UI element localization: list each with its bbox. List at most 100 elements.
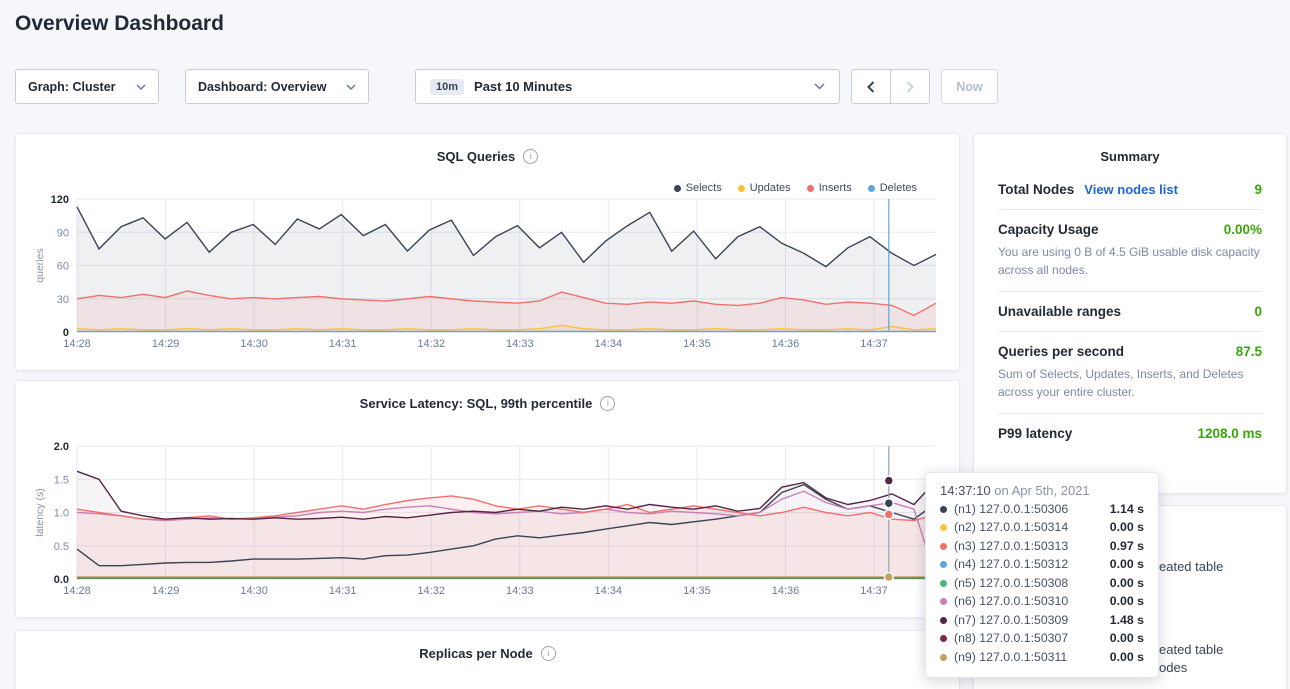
svg-text:14:32: 14:32 <box>417 585 445 597</box>
tooltip-node-value: 1.48 s <box>1110 613 1144 628</box>
now-button[interactable]: Now <box>941 69 998 104</box>
svg-text:14:28: 14:28 <box>63 585 91 597</box>
tooltip-node-row: (n7) 127.0.0.1:50309 1.48 s <box>940 613 1144 628</box>
tooltip-node-row: (n6) 127.0.0.1:503100.00 s <box>940 594 1144 609</box>
time-back-button[interactable] <box>851 69 891 104</box>
summary-subtext: Sum of Selects, Updates, Inserts, and De… <box>998 365 1262 401</box>
tooltip-node-row: (n3) 127.0.0.1:503130.97 s <box>940 539 1144 554</box>
node-color-dot <box>940 635 947 642</box>
node-color-dot <box>940 598 947 605</box>
svg-text:0.5: 0.5 <box>54 541 69 553</box>
tooltip-node-row: (n1) 127.0.0.1:503061.14 s <box>940 502 1144 517</box>
svg-text:14:32: 14:32 <box>417 338 445 350</box>
tooltip-date: on Apr 5th, 2021 <box>991 483 1090 498</box>
node-color-dot <box>940 561 947 568</box>
tooltip-node-label: (n8) 127.0.0.1:50307 <box>954 631 1068 646</box>
chevron-down-icon <box>136 84 146 90</box>
svg-text:90: 90 <box>57 227 69 239</box>
summary-rows: Total NodesView nodes list9Capacity Usag… <box>974 170 1286 453</box>
dashboard-dropdown[interactable]: Dashboard: Overview <box>185 69 369 104</box>
time-forward-button[interactable] <box>890 69 930 104</box>
summary-value: 0 <box>1254 304 1262 319</box>
time-range-label: Past 10 Minutes <box>474 79 572 94</box>
sql-queries-plot[interactable]: 030609012014:2814:2914:3014:3114:3214:33… <box>31 184 946 352</box>
tooltip-node-value: 0.00 s <box>1110 576 1144 591</box>
dashboard-dropdown-label: Dashboard: Overview <box>198 80 327 94</box>
chart-title: SQL Queries <box>437 149 516 164</box>
summary-row: Total NodesView nodes list9 <box>998 170 1262 209</box>
summary-row: P99 latency 1208.0 ms <box>998 413 1262 453</box>
tooltip-node-label: (n2) 127.0.0.1:50314 <box>954 520 1068 535</box>
replicas-per-node-chart-card: Replicas per Node i <box>15 630 960 689</box>
time-range-badge: 10m <box>430 79 464 95</box>
svg-text:1.5: 1.5 <box>54 474 69 486</box>
chevron-down-icon <box>346 84 356 90</box>
tooltip-node-label: (n3) 127.0.0.1:50313 <box>954 539 1068 554</box>
node-color-dot <box>940 543 947 550</box>
node-color-dot <box>940 617 947 624</box>
tooltip-node-value: 0.00 s <box>1110 650 1144 665</box>
event-text-fragment: eated table <box>1159 559 1223 574</box>
info-icon[interactable]: i <box>600 396 615 411</box>
summary-row: Unavailable ranges 0 <box>998 291 1262 331</box>
tooltip-node-value: 0.00 s <box>1110 631 1144 646</box>
chevron-right-icon <box>906 81 914 93</box>
view-nodes-list-link[interactable]: View nodes list <box>1084 182 1178 197</box>
summary-value: 9 <box>1254 182 1262 197</box>
summary-row: Queries per second 87.5 Sum of Selects, Up… <box>998 331 1262 413</box>
info-icon[interactable]: i <box>541 646 556 661</box>
chevron-down-icon <box>814 83 825 90</box>
svg-text:1.0: 1.0 <box>54 508 69 520</box>
summary-label: Unavailable ranges <box>998 304 1121 319</box>
tooltip-time: 14:37:10 <box>940 483 991 498</box>
summary-value: 0.00% <box>1224 222 1262 237</box>
tooltip-node-row: (n9) 127.0.0.1:50311 0.00 s <box>940 650 1144 665</box>
summary-value: 87.5 <box>1236 344 1262 359</box>
svg-text:14:34: 14:34 <box>595 338 623 350</box>
tooltip-node-row: (n8) 127.0.0.1:50307 0.00 s <box>940 631 1144 646</box>
event-text-fragment: eated table <box>1159 642 1223 657</box>
graph-dropdown[interactable]: Graph: Cluster <box>15 69 159 104</box>
svg-text:14:36: 14:36 <box>772 338 800 350</box>
summary-label: Capacity Usage <box>998 222 1099 237</box>
chart-title: Replicas per Node <box>419 646 532 661</box>
summary-panel: Summary Total NodesView nodes list9Capac… <box>973 133 1287 494</box>
svg-text:14:29: 14:29 <box>152 338 180 350</box>
tooltip-node-label: (n1) 127.0.0.1:50306 <box>954 502 1068 517</box>
svg-text:30: 30 <box>57 294 69 306</box>
tooltip-node-value: 0.00 s <box>1110 520 1144 535</box>
tooltip-node-label: (n9) 127.0.0.1:50311 <box>954 650 1067 665</box>
tooltip-node-label: (n6) 127.0.0.1:50310 <box>954 594 1068 609</box>
tooltip-node-row: (n5) 127.0.0.1:503080.00 s <box>940 576 1144 591</box>
sql-queries-chart-card: SQL Queries i SelectsUpdatesInsertsDelet… <box>15 133 960 371</box>
service-latency-plot[interactable]: 0.00.51.01.52.014:2814:2914:3014:3114:32… <box>31 431 946 599</box>
svg-text:14:37: 14:37 <box>860 338 888 350</box>
svg-text:14:33: 14:33 <box>506 338 534 350</box>
summary-value: 1208.0 ms <box>1197 426 1262 441</box>
chart-hover-tooltip: 14:37:10 on Apr 5th, 2021 (n1) 127.0.0.1… <box>925 472 1159 678</box>
chevron-left-icon <box>867 81 875 93</box>
svg-text:14:28: 14:28 <box>63 338 91 350</box>
svg-text:60: 60 <box>57 261 69 273</box>
tooltip-rows: (n1) 127.0.0.1:503061.14 s (n2) 127.0.0.1… <box>940 502 1144 665</box>
svg-text:14:35: 14:35 <box>683 338 711 350</box>
svg-text:queries: queries <box>34 248 46 282</box>
event-text-fragment: odes <box>1159 660 1187 675</box>
svg-text:14:30: 14:30 <box>240 585 268 597</box>
svg-text:14:35: 14:35 <box>683 585 711 597</box>
summary-label: Queries per second <box>998 344 1124 359</box>
svg-text:14:31: 14:31 <box>329 338 357 350</box>
svg-text:14:31: 14:31 <box>329 585 357 597</box>
info-icon[interactable]: i <box>523 149 538 164</box>
svg-text:14:36: 14:36 <box>772 585 800 597</box>
svg-text:2.0: 2.0 <box>54 441 69 453</box>
node-color-dot <box>940 580 947 587</box>
svg-text:14:30: 14:30 <box>240 338 268 350</box>
tooltip-node-label: (n7) 127.0.0.1:50309 <box>954 613 1068 628</box>
summary-label: P99 latency <box>998 426 1072 441</box>
summary-subtext: You are using 0 B of 4.5 GiB usable disk… <box>998 243 1262 279</box>
node-color-dot <box>940 506 947 513</box>
time-range-picker[interactable]: 10m Past 10 Minutes <box>415 69 840 104</box>
tooltip-node-row: (n4) 127.0.0.1:503120.00 s <box>940 557 1144 572</box>
tooltip-node-label: (n4) 127.0.0.1:50312 <box>954 557 1068 572</box>
